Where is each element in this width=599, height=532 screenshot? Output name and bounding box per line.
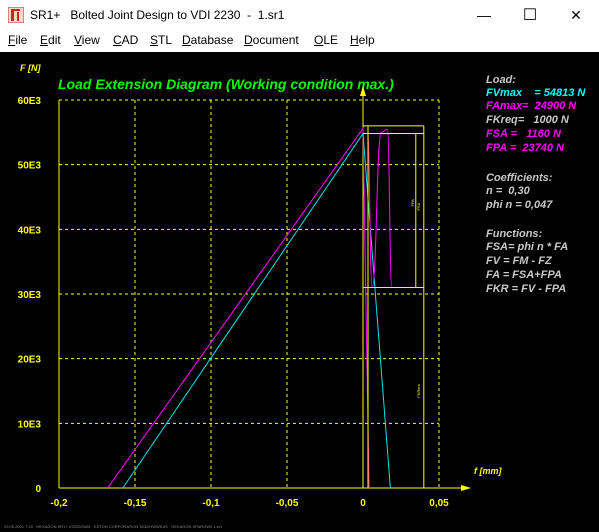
function-1: FSA= phi n * FA xyxy=(486,241,569,253)
x-axis-arrow xyxy=(461,485,471,491)
famax-value: FAmax= 24900 N xyxy=(486,100,577,112)
y-tick-label: 10E3 xyxy=(18,419,42,430)
x-axis-label: f [mm] xyxy=(474,466,502,476)
menu-help[interactable]: Help xyxy=(350,33,375,47)
x-tick-label: -0,15 xyxy=(124,498,147,509)
fsa-small-label: FSA xyxy=(416,202,421,210)
functions-header: Functions: xyxy=(486,228,543,240)
menu-view[interactable]: View xyxy=(74,33,100,47)
y-tick-label: 50E3 xyxy=(18,161,42,172)
footer-text: 29.05.2021 7:20 · HEXAGON SR1+ V2020/000… xyxy=(4,524,223,529)
fpa-small-label: FPA xyxy=(410,199,415,207)
x-tick-label: -0,1 xyxy=(202,498,220,509)
function-4: FKR = FV - FPA xyxy=(486,283,567,295)
y-axis-label: F [N] xyxy=(20,63,41,73)
y-tick-label: 20E3 xyxy=(18,355,42,366)
menu-edit[interactable]: Edit xyxy=(40,33,61,47)
y-tick-label: 30E3 xyxy=(18,290,42,301)
fkreq-value: FKreq= 1000 N xyxy=(486,114,569,126)
fpa-value: FPA = 23740 N xyxy=(486,142,564,154)
load-header: Load: xyxy=(486,74,516,86)
menu-cad[interactable]: CAD xyxy=(113,33,138,47)
bracket: FSAFPA FKRem xyxy=(363,125,425,488)
phi-n-value: phi n = 0,047 xyxy=(486,199,553,211)
x-tick-label: 0 xyxy=(360,498,366,509)
drawing-canvas[interactable]: Load Extension Diagram (Working conditio… xyxy=(0,52,599,532)
close-icon: ✕ xyxy=(570,6,582,23)
maximize-button[interactable]: ☐ xyxy=(507,0,553,30)
chart-title: Load Extension Diagram (Working conditio… xyxy=(58,76,394,92)
menu-bar: File Edit View CAD STL Database Document… xyxy=(0,30,599,53)
series-lines xyxy=(107,126,400,489)
x-tick-label: -0,2 xyxy=(50,498,68,509)
y-tick-label: 0 xyxy=(35,484,41,495)
vibration-curve xyxy=(367,128,400,289)
tick-labels: -0,2 -0,15 -0,1 -0,05 0 0,05 0 10E3 20E3 30E3 40E3… xyxy=(18,96,450,509)
title-bar: SR1+ Bolted Joint Design to VDI 2230 - 1… xyxy=(0,0,599,30)
minimize-icon: — xyxy=(477,7,491,23)
maximize-icon: ☐ xyxy=(522,7,538,24)
minimize-button[interactable]: — xyxy=(461,0,507,30)
fkr-small-label: FKRem xyxy=(416,384,421,398)
n-value: n = 0,30 xyxy=(486,185,530,197)
menu-stl[interactable]: STL xyxy=(150,33,172,47)
menu-database[interactable]: Database xyxy=(182,33,233,47)
x-tick-label: 0,05 xyxy=(429,498,449,509)
grid xyxy=(58,86,471,491)
series-line xyxy=(122,132,391,489)
coefficients-header: Coefficients: xyxy=(486,172,553,184)
function-2: FV = FM - FZ xyxy=(486,255,552,267)
function-3: FA = FSA+FPA xyxy=(486,269,562,281)
fsa-value: FSA = 1160 N xyxy=(486,128,561,140)
menu-ole[interactable]: OLE xyxy=(314,33,338,47)
menu-document[interactable]: Document xyxy=(244,33,299,47)
menu-file[interactable]: File xyxy=(8,33,27,47)
y-tick-label: 40E3 xyxy=(18,225,42,236)
fvmax-value: FVmax = 54813 N xyxy=(486,87,586,99)
close-button[interactable]: ✕ xyxy=(553,0,599,30)
x-tick-label: -0,05 xyxy=(276,498,299,509)
app-icon xyxy=(8,7,24,23)
window-title: SR1+ Bolted Joint Design to VDI 2230 - 1… xyxy=(30,8,285,22)
y-tick-label: 60E3 xyxy=(18,96,42,107)
